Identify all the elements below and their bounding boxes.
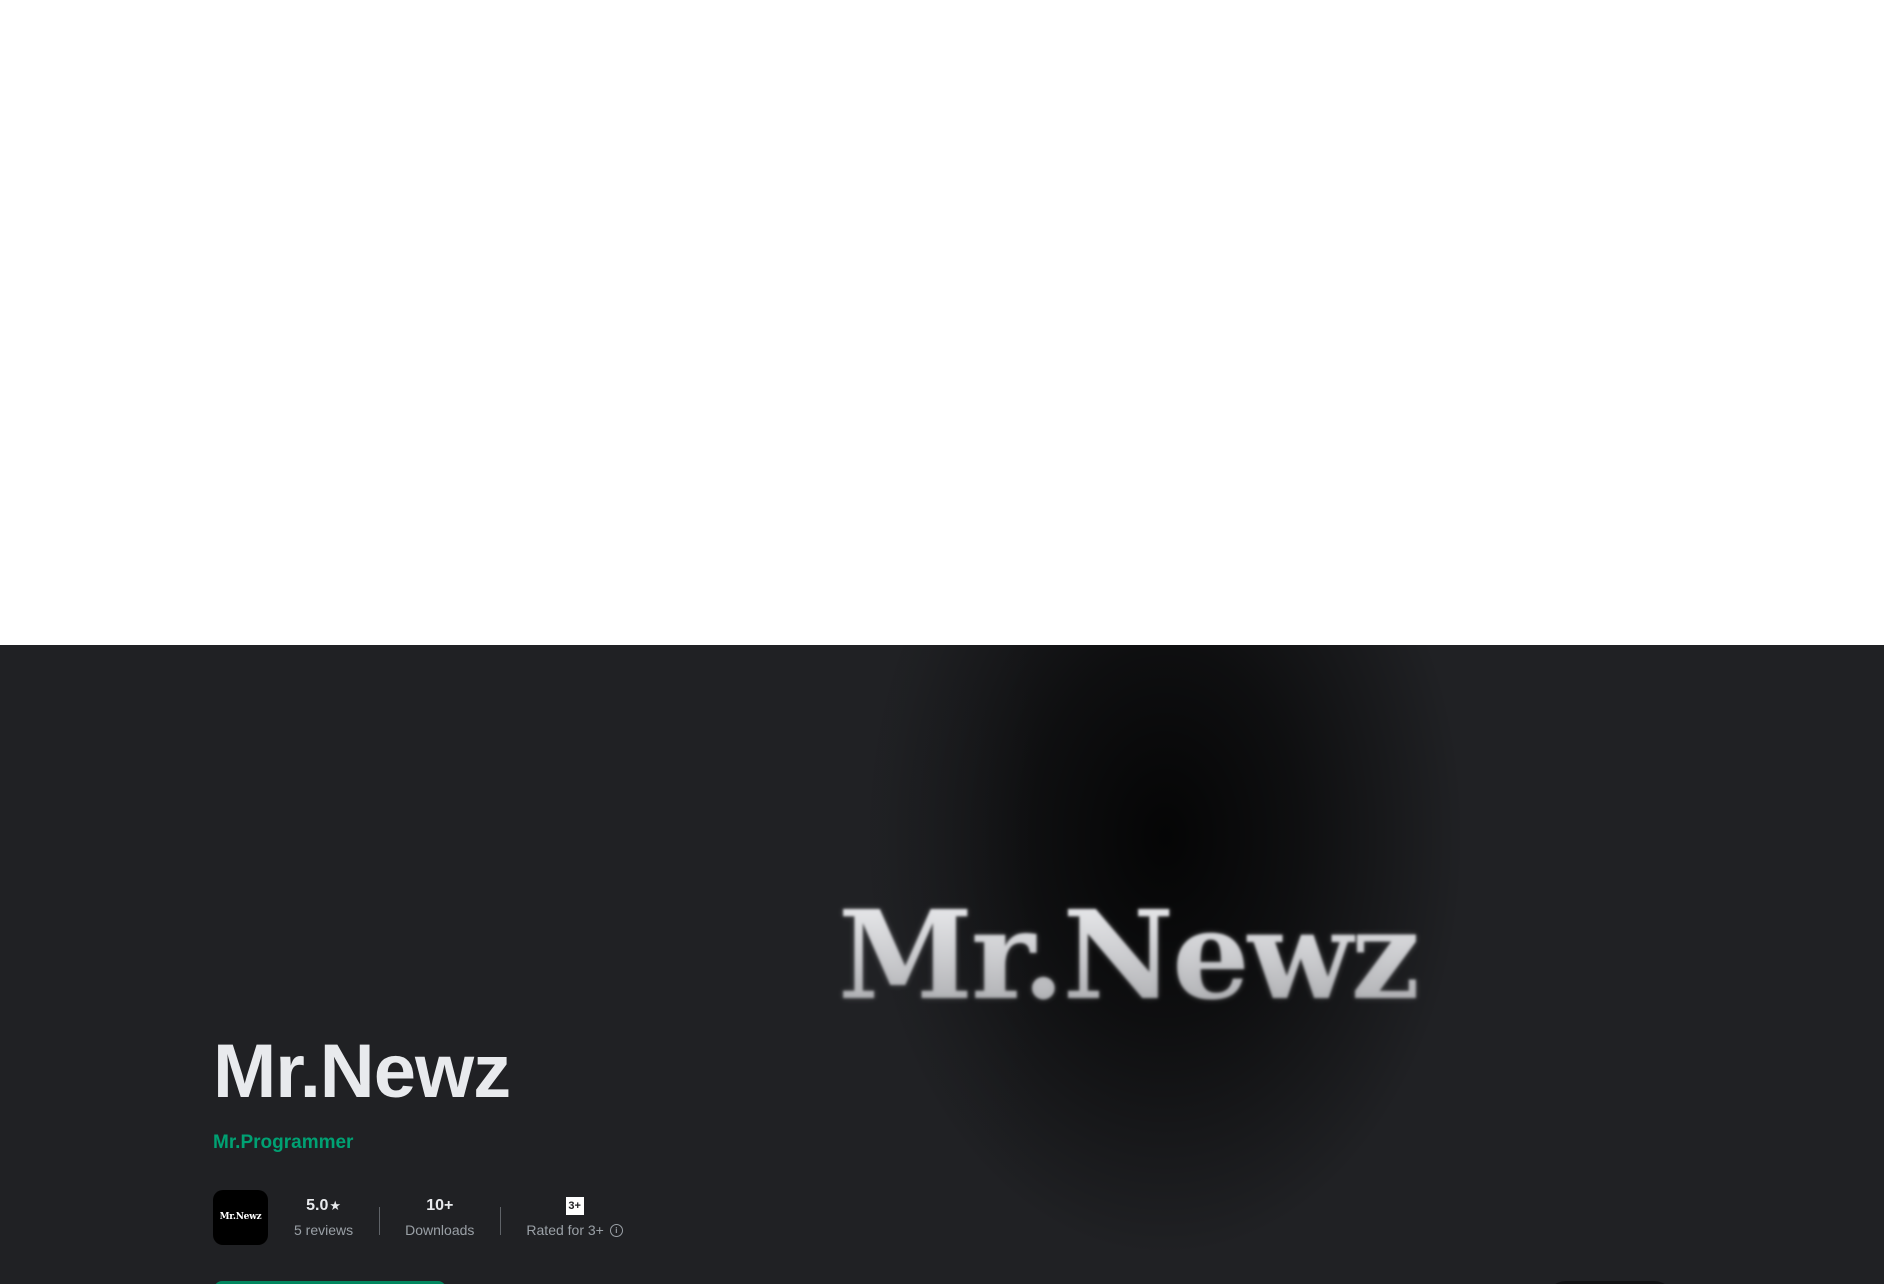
app-meta-row: Mr.Newz 5.0 ★ 5 reviews 10+ Downloads 3+… <box>213 1189 649 1245</box>
content-rating-label: Rated for 3+ <box>526 1222 604 1238</box>
star-icon: ★ <box>329 1198 342 1213</box>
content-rating-label-row: Rated for 3+ i <box>526 1221 623 1239</box>
reviews-count: 5 reviews <box>294 1222 354 1238</box>
app-hero-section: Mr.Newz Mr.Newz Mr.Programmer Mr.Newz 5.… <box>0 645 1884 1284</box>
content-rating-stat: 3+ Rated for 3+ i <box>500 1195 648 1239</box>
app-icon-text: Mr.Newz <box>219 1212 262 1222</box>
downloads-label: Downloads <box>405 1222 475 1238</box>
app-title: Mr.Newz <box>213 1029 511 1114</box>
content-rating-badge-icon: 3+ <box>565 1197 584 1215</box>
rating-value-row: 5.0 ★ <box>306 1195 341 1217</box>
page-top-area <box>0 0 1892 645</box>
info-icon[interactable]: i <box>609 1223 623 1237</box>
rating-value: 5.0 <box>306 1197 329 1214</box>
rating-stat[interactable]: 5.0 ★ 5 reviews <box>268 1195 379 1239</box>
feature-graphic-logo: Mr.Newz <box>838 894 1468 1016</box>
downloads-stat: 10+ Downloads <box>379 1195 500 1239</box>
scrollbar-gutter <box>1884 645 1892 1284</box>
downloads-value: 10+ <box>426 1197 454 1214</box>
app-icon: Mr.Newz <box>213 1189 268 1245</box>
developer-link[interactable]: Mr.Programmer <box>213 1131 353 1155</box>
